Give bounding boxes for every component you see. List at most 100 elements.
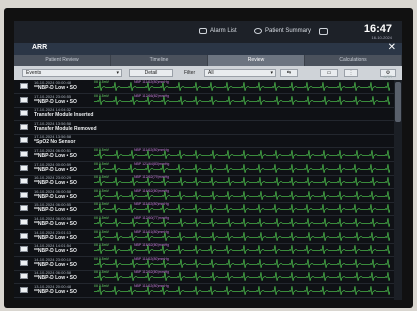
events-select-value: Events	[26, 70, 42, 76]
event-label: **NBP-D Low • SO	[34, 166, 77, 173]
printer-icon	[319, 28, 328, 35]
ecg-lead-label: I/II 0.5mV	[94, 270, 109, 275]
nbp-annotation: NBP 116/62(80)mmHg	[134, 243, 170, 248]
row-checkbox[interactable]	[20, 110, 28, 117]
ecg-lead-label: I/II 0.5mV	[94, 80, 109, 84]
row-checkbox[interactable]	[20, 151, 28, 157]
row-checkbox[interactable]	[20, 205, 28, 212]
chevron-down-icon: ▾	[270, 70, 273, 76]
event-label: **NBP-D Low • SO	[34, 207, 77, 214]
list-item[interactable]: 17-10-2024 00:00:59 **NBP-D Low • SO I/II …	[14, 162, 394, 176]
list-item[interactable]: 14-10-2024 23:01:13 **NBP-D Low • SO I/II …	[14, 230, 394, 244]
tab-3[interactable]: Calculations	[305, 55, 402, 66]
ecg-lead-label: I/II 0.5mV	[94, 175, 109, 180]
nbp-annotation: NBP 111/62(80)mmHg	[134, 148, 169, 152]
refresh-icon: ⇆	[286, 70, 292, 76]
ecg-lead-label: I/II 0.5mV	[94, 216, 109, 220]
row-checkbox[interactable]	[20, 273, 28, 280]
scrollbar[interactable]	[394, 80, 402, 300]
row-checkbox[interactable]	[20, 191, 28, 198]
event-label: Transfer Module Removed	[34, 125, 97, 132]
refresh-button[interactable]: ⇆	[280, 69, 298, 77]
list-item[interactable]: 14-10-2024 06:00:58 **NBP-D Low • SO I/II …	[14, 216, 394, 230]
clock-time: 16:47	[363, 23, 392, 35]
list-item[interactable]: 13-10-2024 20:00:48 **NBP-D Low • SO I/II …	[14, 284, 394, 298]
clock-date: 16-10-2024	[371, 35, 392, 40]
ecg-lead-label: I/II 0.5mV	[94, 202, 109, 207]
print-button[interactable]	[319, 28, 328, 35]
list-item[interactable]: 14-10-2024 14:01:54 **NBP-D Low • SO I/II …	[14, 243, 394, 258]
filter-label: Filter	[184, 70, 196, 76]
nbp-annotation: NBP 111/62(80)mmHg	[134, 80, 169, 84]
alarm-list-button[interactable]: Alarm List	[199, 28, 237, 34]
event-label: **NBP-D Low • SO	[34, 153, 77, 159]
list-item[interactable]: 17-10-2024 13:56:58 Transfer Module Remov…	[14, 121, 394, 135]
printer-icon: ▭	[326, 70, 332, 76]
event-label: *SpO2 No Sensor	[34, 139, 76, 146]
ecg-lead-label: I/II 0.5mV	[94, 148, 109, 152]
ecg-lead-label: I/II 0.5mV	[94, 256, 109, 261]
row-checkbox[interactable]	[20, 83, 28, 89]
patient-summary-button[interactable]: Patient Summary	[254, 28, 311, 34]
list-item[interactable]: 17-10-2024 23:06:55 **NBP-D Low • SO I/II …	[14, 94, 394, 108]
ecg-lead-label: I/II 0.5mV	[94, 243, 109, 248]
nbp-annotation: NBP 116/62(80)mmHg	[134, 188, 170, 193]
row-checkbox[interactable]	[20, 164, 28, 171]
nbp-annotation: NBP 112/62(80)mmHg	[134, 270, 170, 275]
ecg-lead-label: I/II 0.5mV	[94, 93, 109, 98]
clock: 16:47 16-10-2024	[364, 23, 392, 40]
event-label: Transfer Module Inserted	[34, 112, 94, 119]
list-header-right: ARR	[383, 74, 392, 79]
event-label: **NBP-D Low • SO	[34, 275, 77, 282]
tab-bar: Patient Review Timeline Review Calculations	[14, 55, 402, 66]
event-label: **NBP-D Low • SO	[34, 193, 77, 200]
tab-1[interactable]: Timeline	[111, 55, 208, 66]
events-select[interactable]: Events ▾	[22, 69, 122, 77]
filter-select[interactable]: All ▾	[204, 69, 276, 77]
row-checkbox[interactable]	[20, 96, 28, 103]
patient-summary-label: Patient Summary	[265, 28, 312, 34]
scrollbar-thumb[interactable]	[395, 82, 401, 122]
list-item[interactable]: 17-10-2024 06:00:51 **NBP-D Low • SO I/II …	[14, 148, 394, 162]
event-label: **NBP-D Low • SO	[34, 248, 77, 255]
nbp-annotation: NBP 112/62(79)mmHg	[134, 175, 170, 180]
person-icon	[254, 28, 262, 34]
nbp-annotation: NBP 111/62(80)mmHg	[134, 202, 169, 207]
row-checkbox[interactable]	[20, 259, 28, 266]
filter-select-value: All	[208, 70, 214, 76]
list-item[interactable]: 16-10-2024 23:00:29 **NBP-D Low • SO I/II …	[14, 175, 394, 190]
window-title: ARR	[32, 44, 48, 51]
row-checkbox[interactable]	[20, 287, 28, 293]
more-button[interactable]: ⋮	[344, 69, 358, 77]
event-label: **NBP-D Low • SO	[34, 221, 77, 227]
list-item[interactable]: 16-10-2024 06:00:58 **NBP-D Low • SO I/II …	[14, 189, 394, 203]
event-list: ARR 16-10-2024 00:00:48 **NBP-D Low • SO I…	[14, 74, 394, 300]
top-status-bar: Alarm List Patient Summary 16:47 16-10-2…	[14, 21, 402, 43]
ecg-lead-label: I/II 0.5mV	[94, 188, 109, 193]
monitor-screen: Alarm List Patient Summary 16:47 16-10-2…	[14, 21, 402, 300]
list-item[interactable]: 15-10-2024 06:00:55 **NBP-D Low • SO I/II …	[14, 202, 394, 217]
row-checkbox[interactable]	[20, 178, 28, 185]
event-label: **NBP-D Low • SO	[34, 180, 77, 187]
nbp-annotation: NBP 112/66(82)mmHg	[134, 93, 170, 98]
row-checkbox[interactable]	[20, 232, 28, 239]
close-icon[interactable]: ✕	[388, 42, 396, 53]
list-item[interactable]: 16-10-2024 00:00:48 **NBP-D Low • SO I/II …	[14, 80, 394, 94]
print-strip-button[interactable]: ▭	[320, 69, 338, 77]
row-checkbox[interactable]	[20, 246, 28, 253]
more-icon: ⋮	[348, 70, 354, 76]
row-checkbox[interactable]	[20, 137, 28, 144]
tab-2[interactable]: Review	[208, 55, 305, 66]
tab-0[interactable]: Patient Review	[14, 55, 111, 66]
event-label: **NBP-D Low • SO	[34, 289, 77, 295]
event-label: **NBP-D Low • SO	[34, 261, 77, 268]
row-checkbox[interactable]	[20, 123, 28, 130]
list-item[interactable]: 17-10-2024 13:56:58 *SpO2 No Sensor	[14, 134, 394, 149]
list-item[interactable]: 14-10-2024 23:00:10 **NBP-D Low • SO I/II …	[14, 257, 394, 271]
list-item[interactable]: 14-10-2024 06:00:58 **NBP-D Low • SO I/II …	[14, 270, 394, 285]
event-label: **NBP-D Low • SO	[34, 98, 77, 105]
list-item[interactable]: 17-10-2024 14:04:32 Transfer Module Inser…	[14, 107, 394, 122]
detail-button[interactable]: Detail	[129, 69, 173, 77]
row-checkbox[interactable]	[20, 219, 28, 225]
nbp-annotation: NBP 111/62(80)mmHg	[134, 284, 169, 288]
